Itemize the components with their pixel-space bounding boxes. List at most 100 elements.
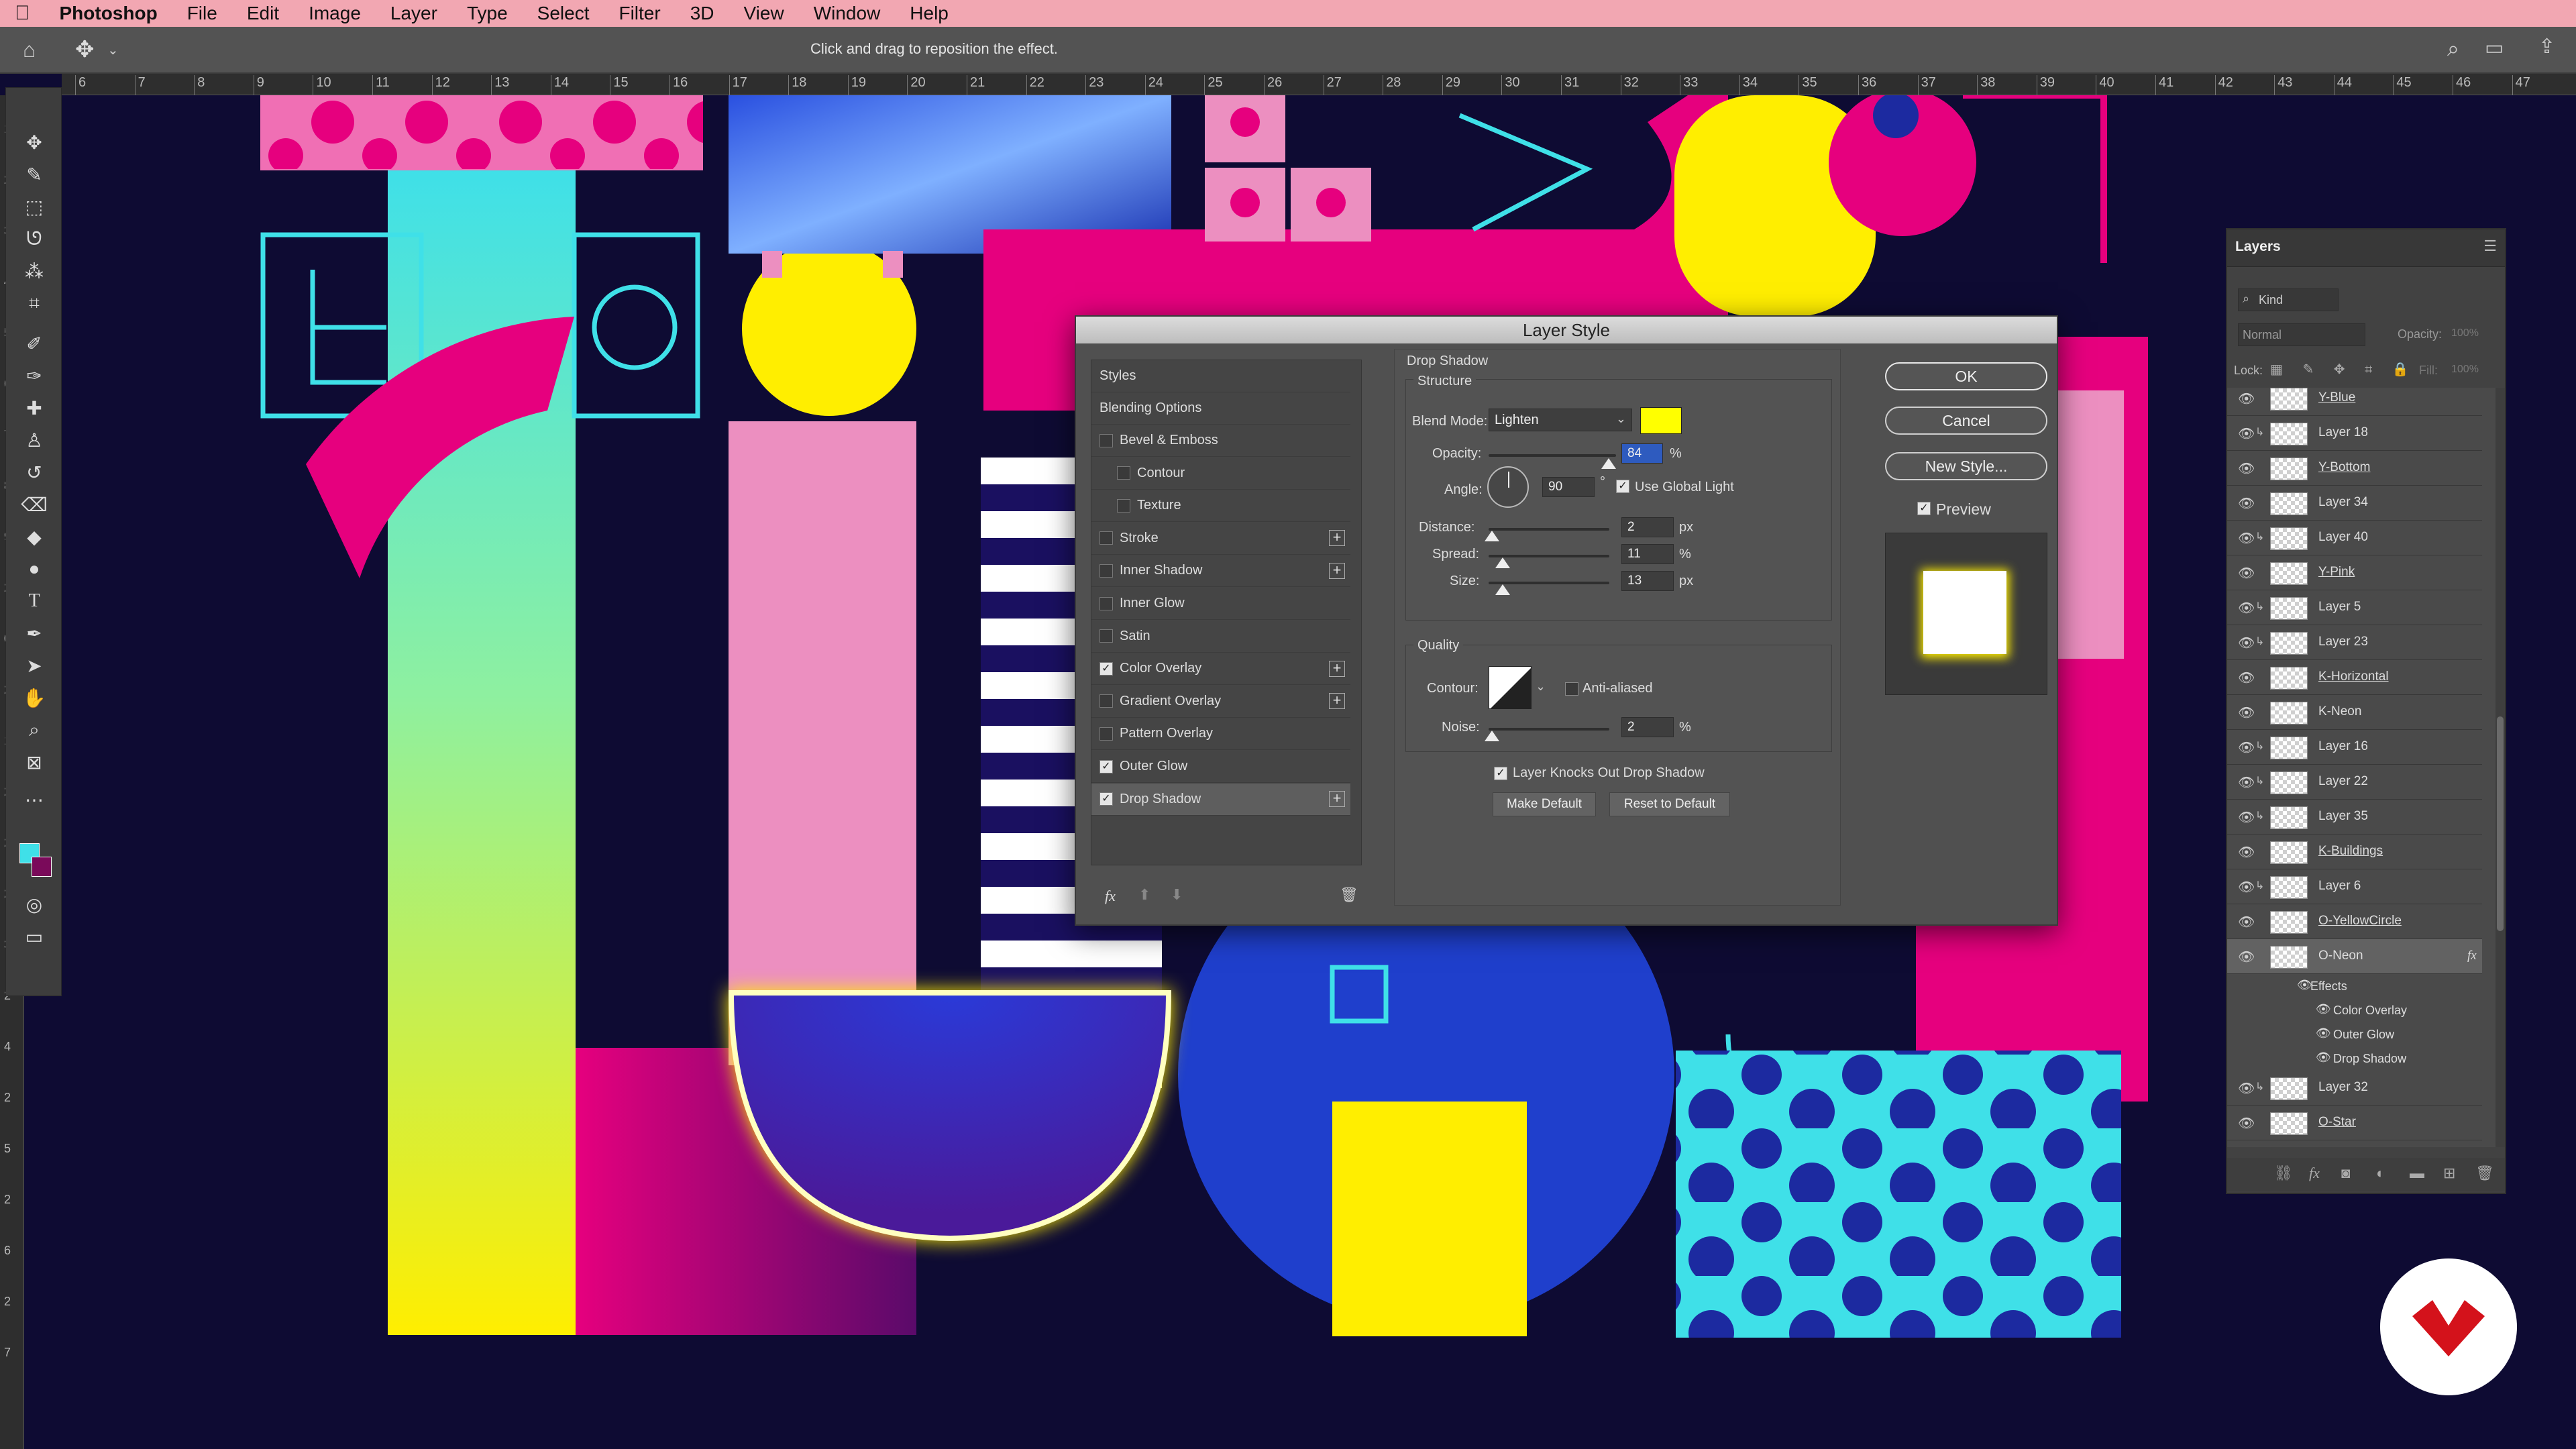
visibility-eye-icon[interactable]: 👁 [2238,669,2255,686]
layer-name[interactable]: Layer 40 [2318,530,2368,545]
effect-item[interactable]: 👁 Drop Shadow [2227,1046,2482,1071]
add-mask-icon[interactable]: ◙ [2341,1165,2350,1182]
home-icon[interactable]: ⌂ [23,38,36,62]
visibility-eye-icon[interactable]: 👁 [2238,1080,2255,1097]
blend-mode-select[interactable]: Lighten ⌄ [1489,409,1632,431]
contour-picker[interactable] [1489,666,1532,709]
reset-to-default-button[interactable]: Reset to Default [1609,792,1730,816]
layer-name[interactable]: K-Horizontal [2318,669,2389,684]
background-color-swatch[interactable] [32,857,52,877]
link-layers-icon[interactable]: ⛓ [2274,1165,2293,1182]
dodge-tool-icon[interactable]: ● [18,555,50,583]
ok-button[interactable]: OK [1885,362,2047,390]
layer-name[interactable]: Layer 6 [2318,879,2361,894]
menu-help[interactable]: Help [895,0,963,27]
visibility-eye-icon[interactable]: 👁 [2238,774,2255,791]
style-checkbox[interactable] [1099,596,1113,610]
fx-add-style-icon[interactable]: fx [1105,888,1116,905]
visibility-eye-icon[interactable]: 👁 [2238,914,2255,930]
spread-slider-thumb[interactable] [1495,557,1510,568]
layer-name[interactable]: O-Neon [2318,949,2363,963]
paint-bucket-icon[interactable]: ◆ [18,523,50,551]
workspace-icon[interactable]: ▭ [2485,36,2504,60]
menu-window[interactable]: Window [799,0,896,27]
layer-row[interactable]: 👁 ↳ Layer 32 [2227,1071,2482,1106]
size-field[interactable]: 13 [1621,571,1674,591]
layer-row[interactable]: 👁 K-Neon [2227,695,2482,730]
layer-row[interactable]: 👁 ↳ Layer 18 [2227,416,2482,451]
brush-tool-icon[interactable]: ✐ [18,329,50,358]
layer-opacity-value[interactable]: 100% [2451,327,2479,339]
lasso-tool-icon[interactable]: ᘎ [18,225,50,253]
layers-tab[interactable]: Layers [2235,239,2281,255]
adjustment-layer-icon[interactable]: ◐ [2376,1165,2385,1182]
style-item-color-overlay[interactable]: ✓ Color Overlay + [1091,653,1350,686]
effect-eye-icon[interactable]: 👁 [2316,1002,2331,1016]
pen-tool-icon[interactable]: ✒ [18,619,50,647]
layer-row[interactable]: 👁 Layer 34 [2227,486,2482,521]
layer-row[interactable]: 👁 ↳ Layer 22 [2227,765,2482,800]
screen-mode-icon[interactable]: ▭ [18,922,50,951]
style-checkbox[interactable] [1099,564,1113,578]
style-checkbox[interactable] [1099,694,1113,708]
visibility-eye-icon[interactable]: 👁 [2238,635,2255,651]
effect-item[interactable]: 👁 Color Overlay [2227,998,2482,1022]
visibility-eye-icon[interactable]: 👁 [2238,600,2255,616]
visibility-eye-icon[interactable]: 👁 [2238,565,2255,582]
layer-row[interactable]: 👁 ↳ Layer 35 [2227,800,2482,835]
layer-name[interactable]: O-YellowCircle [2318,914,2402,928]
marquee-tool-icon[interactable]: ⬚ [18,193,50,221]
anti-aliased-checkbox[interactable] [1565,682,1578,696]
layer-name[interactable]: Layer 22 [2318,774,2368,789]
layer-row[interactable]: 👁 ↳ Layer 23 [2227,625,2482,660]
noise-slider[interactable] [1489,728,1609,731]
style-checkbox[interactable] [1099,727,1113,741]
style-checkbox[interactable]: ✓ [1099,759,1113,773]
menu-type[interactable]: Type [452,0,523,27]
new-group-icon[interactable]: ▬ [2410,1165,2424,1182]
visibility-eye-icon[interactable]: 👁 [2238,704,2255,721]
style-item-outer-glow[interactable]: ✓ Outer Glow [1091,751,1350,783]
path-selection-icon[interactable]: ➤ [18,651,50,680]
use-global-light-checkbox[interactable]: ✓ [1616,480,1629,493]
magic-wand-icon[interactable]: ⁂ [18,257,50,285]
layer-name[interactable]: O-Star [2318,1115,2356,1130]
frame-tool-icon[interactable]: ⊠ [18,748,50,776]
menu-image[interactable]: Image [294,0,376,27]
layer-row[interactable]: 👁 ↳ Layer 6 [2227,869,2482,904]
layer-row[interactable]: 👁 O-Neon fx [2227,939,2482,974]
zoom-tool-icon[interactable]: ⌕ [18,716,50,744]
style-item-inner-glow[interactable]: Inner Glow [1091,588,1350,620]
layer-name[interactable]: Layer 16 [2318,739,2368,754]
apple-icon[interactable]:  [0,0,45,27]
search-icon[interactable]: ⌕ [2447,36,2459,62]
delete-effect-icon[interactable]: 🗑 [1340,886,1358,904]
visibility-eye-icon[interactable]: 👁 [2238,844,2255,861]
layer-name[interactable]: Layer 18 [2318,425,2368,440]
layers-scrollbar[interactable] [2496,388,2505,1147]
opacity-field[interactable]: 84 [1621,443,1663,464]
style-checkbox[interactable] [1099,531,1113,545]
menu-3d[interactable]: 3D [676,0,729,27]
stamp-tool-icon[interactable]: ♙ [18,426,50,454]
menu-file[interactable]: File [172,0,232,27]
menu-photoshop[interactable]: Photoshop [45,0,172,27]
distance-field[interactable]: 2 [1621,517,1674,537]
effects-group[interactable]: 👁 Effects [2227,974,2482,998]
style-checkbox[interactable] [1117,466,1130,480]
visibility-eye-icon[interactable]: 👁 [2238,949,2255,965]
layer-row[interactable]: 👁 K-Buildings [2227,835,2482,869]
visibility-eye-icon[interactable]: 👁 [2238,390,2255,407]
layer-name[interactable]: Layer 35 [2318,809,2368,824]
history-brush-icon[interactable]: ↺ [18,458,50,486]
scrollbar-thumb[interactable] [2497,716,2504,931]
effect-eye-icon[interactable]: 👁 [2316,1051,2331,1065]
visibility-eye-icon[interactable]: 👁 [2238,425,2255,442]
angle-dial[interactable] [1487,466,1529,508]
layer-row[interactable]: 👁 Y-Pink [2227,555,2482,590]
add-instance-icon[interactable]: + [1329,530,1345,547]
layer-name[interactable]: K-Buildings [2318,844,2383,859]
layer-row[interactable]: 👁 O-YellowCircle [2227,904,2482,939]
layer-name[interactable]: Layer 23 [2318,635,2368,649]
menu-filter[interactable]: Filter [604,0,675,27]
